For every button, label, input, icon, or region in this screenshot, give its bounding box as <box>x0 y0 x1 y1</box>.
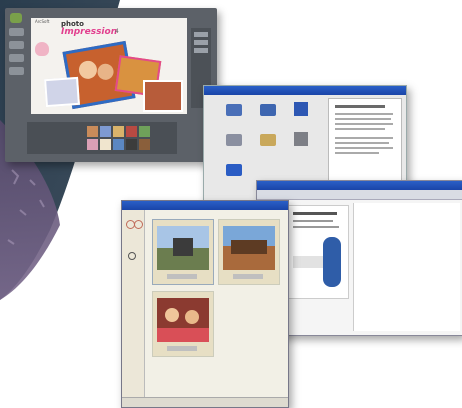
collage-photo <box>143 80 183 112</box>
tray-thumb[interactable] <box>139 139 150 150</box>
app-icon[interactable] <box>294 102 308 116</box>
tray-thumb[interactable] <box>87 126 98 137</box>
app-icon[interactable] <box>226 134 242 146</box>
brand-version: 4 <box>115 28 119 35</box>
panel-button[interactable] <box>194 40 208 45</box>
tool-button[interactable] <box>9 28 24 36</box>
main-canvas: ArcSoft photo Impression 4 <box>31 18 187 114</box>
tray-thumb[interactable] <box>113 126 124 137</box>
thumb-caption-bar <box>167 274 197 279</box>
document-titlebar <box>257 181 462 190</box>
left-toolbar <box>8 28 26 88</box>
brand-small: ArcSoft <box>35 19 50 24</box>
tray-thumb[interactable] <box>126 139 137 150</box>
photo-temple <box>223 226 275 270</box>
tray-thumb[interactable] <box>139 126 150 137</box>
gear-icon[interactable] <box>134 220 143 229</box>
magnifier-icon[interactable] <box>128 252 136 260</box>
thumbnail-item[interactable] <box>152 219 214 285</box>
app-icon[interactable] <box>260 134 276 146</box>
brand-subtitle: Impression <box>61 27 118 37</box>
document-sidebar <box>353 203 460 331</box>
app-icon[interactable] <box>226 164 242 176</box>
browser-toolcolumn <box>122 210 145 406</box>
launcher-icons <box>218 100 318 190</box>
tool-button[interactable] <box>9 67 24 75</box>
collage-photo <box>44 76 80 108</box>
tray-thumb[interactable] <box>87 139 98 150</box>
panel-button[interactable] <box>194 32 208 37</box>
photo-people <box>157 298 209 342</box>
thumbnail-item[interactable] <box>218 219 280 285</box>
tray-thumb[interactable] <box>126 126 137 137</box>
decor-heart <box>35 42 49 56</box>
tray-thumb[interactable] <box>113 139 124 150</box>
thumb-caption-bar <box>233 274 263 279</box>
browser-statusbar <box>122 397 288 407</box>
launcher-titlebar <box>204 86 406 95</box>
panel-button[interactable] <box>194 48 208 53</box>
document-toolbar <box>257 190 462 200</box>
home-icon[interactable] <box>10 13 22 23</box>
tray-thumb[interactable] <box>100 126 111 137</box>
app-icon[interactable] <box>294 132 308 146</box>
app-icon[interactable] <box>226 104 242 116</box>
photo-castle <box>157 226 209 270</box>
photo-browser-window <box>121 200 289 408</box>
thumbnail-item[interactable] <box>152 291 214 357</box>
photoimpression-main-window: ArcSoft photo Impression 4 <box>5 8 217 162</box>
tool-button[interactable] <box>9 41 24 49</box>
app-icon[interactable] <box>260 104 276 116</box>
tray-thumb[interactable] <box>100 139 111 150</box>
browser-titlebar <box>122 201 288 210</box>
scanner-device <box>323 237 341 287</box>
thumb-caption-bar <box>167 346 197 351</box>
tool-button[interactable] <box>9 54 24 62</box>
thumbnail-tray <box>27 122 177 154</box>
